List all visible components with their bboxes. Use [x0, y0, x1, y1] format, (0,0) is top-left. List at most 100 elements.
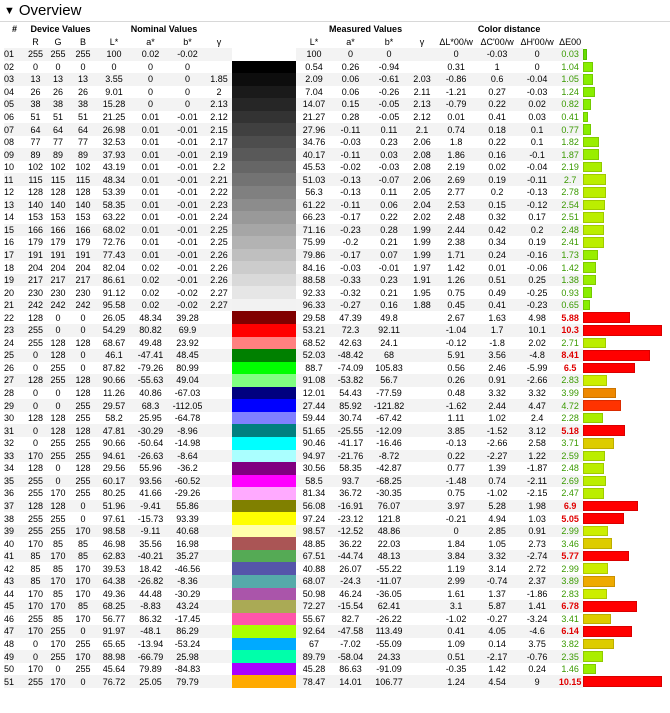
table-cell: 3.84	[435, 549, 478, 563]
table-cell: 75.99	[302, 237, 326, 248]
table-cell: 51.03	[296, 173, 333, 187]
table-cell: 1.97	[413, 262, 431, 273]
table-cell: 2.25	[210, 237, 228, 248]
table-cell: -47.41	[132, 349, 169, 362]
table-cell: 0	[70, 625, 96, 638]
table-cell: 3.46	[561, 538, 579, 549]
table-cell: 49.8	[380, 312, 398, 323]
table-row: 28 0 0 128 11.26 40.86 -67.03 12.01 54.43 -77.59 0…	[4, 386, 662, 400]
color-swatch	[232, 48, 297, 61]
table-cell: 88.98	[96, 650, 132, 663]
table-cell: 170	[46, 574, 70, 588]
table-cell: 140	[25, 198, 46, 212]
table-cell: 2.72	[528, 563, 546, 574]
table-cell: 0.01	[141, 237, 160, 248]
table-row: 46 255 85 170 56.77 86.32 -17.45 55.67 82.7 -26.2…	[4, 612, 662, 626]
table-cell: 0.17	[528, 212, 546, 223]
table-cell	[409, 499, 436, 513]
table-cell: 1.02	[488, 413, 506, 424]
table-cell: -53.82	[332, 374, 370, 387]
table-cell	[409, 512, 435, 525]
table-cell: 128	[25, 374, 46, 387]
table-cell: 41.66	[139, 488, 162, 499]
table-cell: 89.79	[296, 650, 333, 663]
table-cell	[409, 399, 436, 412]
row-number: 45	[4, 600, 25, 613]
table-cell	[206, 374, 233, 387]
table-cell: 23.92	[176, 337, 199, 348]
overview-section-header[interactable]: ▼ Overview	[0, 0, 670, 22]
table-cell: 0.74	[477, 474, 518, 488]
delta-e-bar-cell	[583, 349, 662, 362]
table-cell: 52.03	[296, 349, 333, 362]
table-cell: 0.51	[435, 650, 478, 663]
delta-e-bar-cell	[583, 550, 662, 563]
row-number: 02	[4, 61, 15, 72]
table-cell: 2.44	[435, 223, 478, 237]
table-cell: 0.15	[332, 98, 370, 111]
table-row: 47 170 255 0 91.97 -48.1 86.29 92.64 -47.58 113.4…	[4, 625, 662, 638]
color-swatch	[232, 336, 297, 350]
table-cell: 88.7	[305, 362, 323, 373]
table-cell: -9.41	[132, 499, 169, 513]
table-cell: 2.28	[561, 413, 579, 424]
nominal-values-header: Nominal Values	[130, 23, 198, 34]
delta-e-bar	[583, 136, 600, 148]
table-cell: 35.56	[139, 538, 162, 549]
table-cell	[409, 424, 436, 437]
table-row: 22 128 0 0 26.05 48.34 39.28 29.58 47.39 49.8 2.67…	[4, 311, 662, 325]
table-cell	[206, 462, 232, 475]
table-cell: 255	[46, 449, 70, 463]
table-cell: -0.03	[378, 162, 400, 173]
table-cell: 128	[46, 499, 70, 513]
delta-e-bar-cell	[583, 48, 662, 61]
table-cell	[409, 324, 436, 337]
table-cell: 1.95	[413, 287, 431, 298]
table-cell	[206, 362, 232, 375]
table-cell: 204	[50, 262, 66, 273]
table-cell: 255	[46, 524, 70, 538]
delta-e-bar-cell	[583, 123, 662, 136]
table-cell: 128	[75, 463, 91, 474]
table-cell: 128	[75, 337, 91, 348]
table-cell: -3.24	[526, 613, 548, 624]
table-cell: 2.99	[557, 524, 584, 538]
delta-e-bar-cell	[583, 86, 662, 99]
table-cell: -36.2	[177, 463, 198, 474]
table-cell: -12.52	[332, 524, 370, 538]
table-cell: 38	[70, 98, 96, 111]
row-number: 36	[4, 488, 15, 499]
table-cell: 0.93	[561, 287, 579, 298]
table-cell: 51	[52, 112, 63, 122]
table-cell	[409, 574, 436, 588]
table-row: 03 13 13 13 3.55 0 0 1.85 2.09 0.06 -0.61 2.03 -0.86…	[4, 73, 662, 86]
collapse-arrow-icon[interactable]: ▼	[4, 5, 15, 17]
row-number: 48	[4, 638, 15, 649]
hash-header: #	[11, 23, 17, 34]
delta-e-bar	[583, 337, 607, 349]
table-cell: 3.97	[435, 499, 478, 513]
row-number: 22	[4, 312, 15, 323]
table-cell: 0	[435, 48, 478, 61]
table-cell: 64.38	[96, 574, 132, 588]
table-cell: 4.47	[517, 399, 558, 412]
table-cell: 2.08	[409, 148, 436, 161]
table-cell: -23.12	[337, 513, 364, 524]
table-cell: -2.74	[517, 549, 558, 563]
delta-e-bar-cell	[583, 575, 662, 588]
table-cell: 1	[494, 61, 500, 72]
table-cell: -2.11	[517, 474, 558, 488]
table-cell: 102	[75, 162, 91, 173]
table-cell: 91.12	[102, 287, 126, 298]
table-cell: 0	[80, 61, 86, 72]
table-cell: 0	[517, 48, 558, 61]
table-cell: 0.11	[380, 187, 398, 198]
table-cell: 38	[46, 98, 70, 111]
table-cell: 1.91	[409, 273, 436, 287]
table-cell: -0.11	[332, 148, 370, 161]
table-cell: 0.77	[557, 123, 584, 136]
table-cell: -48.1	[132, 625, 169, 638]
table-cell: 191	[46, 248, 70, 262]
table-cell: 3.56	[477, 349, 518, 362]
table-cell: 54.29	[96, 324, 132, 337]
